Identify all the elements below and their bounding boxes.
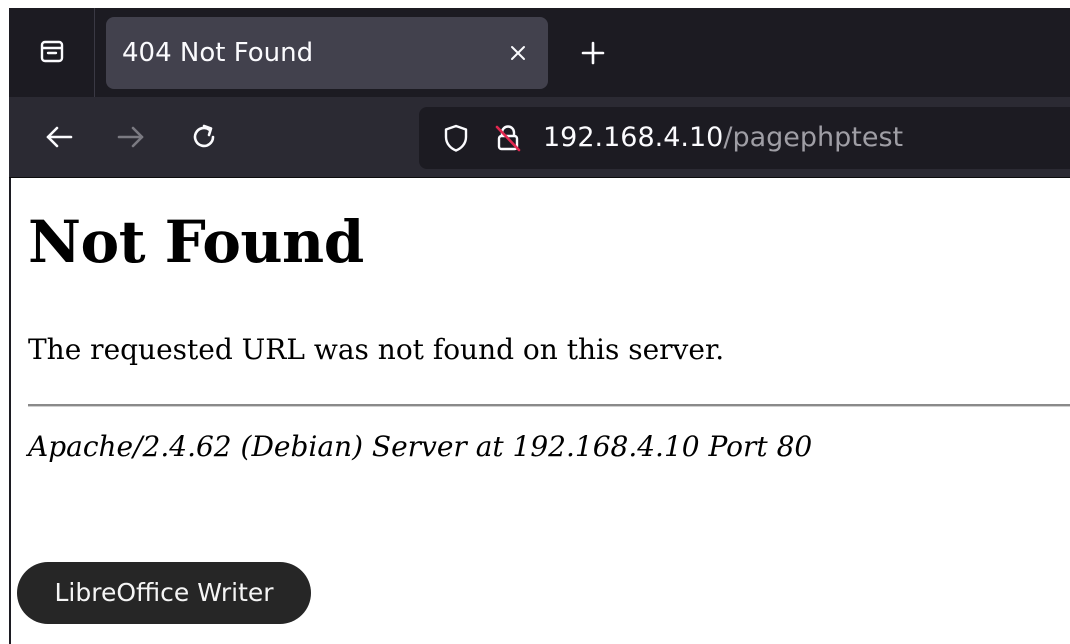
app-tooltip: LibreOffice Writer — [17, 562, 311, 624]
error-message: The requested URL was not found on this … — [28, 333, 725, 366]
back-button[interactable] — [36, 115, 82, 159]
tab-overview-button[interactable] — [9, 8, 95, 97]
shield-icon — [444, 124, 468, 152]
reload-button[interactable] — [181, 115, 227, 159]
forward-arrow-icon — [117, 126, 144, 148]
url-path: /pagephptest — [723, 122, 904, 153]
window-left-border — [9, 178, 11, 644]
tab-bar: 404 Not Found — [9, 8, 1070, 97]
new-tab-button[interactable] — [573, 33, 613, 73]
tab-overview-icon — [37, 36, 67, 70]
tab-active[interactable]: 404 Not Found — [106, 17, 548, 89]
reload-icon — [193, 124, 215, 148]
insecure-lock-icon — [495, 125, 521, 152]
page-heading: Not Found — [28, 208, 364, 276]
window-left-edge — [0, 0, 9, 644]
navigation-toolbar: 192.168.4.10/pagephptest — [9, 97, 1070, 178]
url-host: 192.168.4.10 — [543, 122, 724, 153]
browser-window: 404 Not Found 192.168.4.10/pagephptest N… — [0, 0, 1070, 644]
tracking-protection-button[interactable] — [441, 123, 471, 153]
tab-close-button[interactable] — [504, 39, 532, 67]
tab-title: 404 Not Found — [122, 38, 314, 68]
address-bar[interactable]: 192.168.4.10/pagephptest — [419, 107, 1070, 169]
site-info-button[interactable] — [493, 123, 523, 153]
close-icon — [511, 46, 525, 60]
horizontal-rule — [28, 404, 1070, 407]
plus-icon — [581, 41, 605, 65]
server-signature: Apache/2.4.62 (Debian) Server at 192.168… — [28, 430, 813, 463]
forward-button[interactable] — [108, 115, 154, 159]
url-text[interactable]: 192.168.4.10/pagephptest — [543, 107, 903, 169]
back-arrow-icon — [46, 126, 73, 148]
